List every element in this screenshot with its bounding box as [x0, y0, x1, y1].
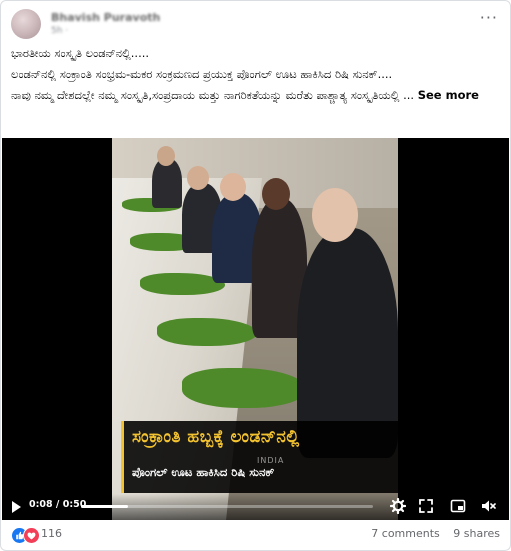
video-caption-line2: ಪೊಂಗಲ್ ಊಟ ಹಾಕಿಸಿದ ರಿಷಿ ಸುನಕ್: [132, 465, 275, 479]
mute-icon[interactable]: [480, 498, 496, 514]
post-line: ಭಾರತೀಯ ಸಂಸ್ಕೃತಿ ಲಂಡನ್‌ನಲ್ಲಿ.....: [11, 46, 150, 60]
avatar[interactable]: [11, 9, 41, 39]
reaction-icons[interactable]: [11, 527, 45, 544]
video-person-face: [262, 178, 290, 210]
video-frame: ಸಂಕ್ರಾಂತಿ ಹಬ್ಬಕ್ಕೆ ಲಂಡನ್‌ನಲ್ಲಿ ಪೊಂಗಲ್ ಊಟ…: [112, 138, 398, 520]
video-watermark: INDIA: [257, 456, 285, 465]
shares-count[interactable]: 9 shares: [453, 527, 500, 540]
video-person-face: [187, 166, 209, 190]
fullscreen-icon[interactable]: [418, 498, 434, 514]
post-text: ಭಾರತೀಯ ಸಂಸ್ಕೃತಿ ಲಂಡನ್‌ನಲ್ಲಿ..... ಲಂಡನ್‌ನ…: [11, 45, 500, 108]
post-line: ನಾವು ನಮ್ಮ ದೇಶದಲ್ಲೇ ನಮ್ಮ ಸಂಸ್ಕೃತಿ,ಸಂಪ್ರದಾ…: [11, 87, 500, 104]
video-progress-fill: [81, 505, 128, 508]
video-controls: 0:08 / 0:50: [2, 494, 509, 520]
post-line: ಲಂಡನ್‌ನಲ್ಲಿ ಸಂಕ್ರಾಂತಿ ಸಂಭ್ರಮ-ಮಕರ ಸಂಕ್ರಮಣ…: [11, 67, 393, 81]
video-person-face: [157, 146, 175, 166]
post-meta: 5h ·: [51, 26, 69, 36]
reaction-count[interactable]: 116: [41, 527, 62, 540]
post-line-text: ನಾವು ನಮ್ಮ ದೇಶದಲ್ಲೇ ನಮ್ಮ ಸಂಸ್ಕೃತಿ,ಸಂಪ್ರದಾ…: [11, 88, 415, 102]
post-footer: 116 7 comments 9 shares: [11, 525, 500, 545]
love-reaction-icon: [23, 527, 40, 544]
see-more-link[interactable]: See more: [418, 88, 479, 102]
post-card: Bhavish Puravoth 5h · ··· ಭಾರತೀಯ ಸಂಸ್ಕೃತ…: [0, 0, 511, 551]
post-header: Bhavish Puravoth 5h · ···: [9, 7, 502, 41]
video-time: 0:08 / 0:50: [29, 499, 87, 510]
video-person-face: [312, 188, 358, 242]
more-options-icon[interactable]: ···: [480, 10, 498, 26]
video-banana-leaf: [157, 318, 257, 346]
video-caption-line1: ಸಂಕ್ರಾಂತಿ ಹಬ್ಬಕ್ಕೆ ಲಂಡನ್‌ನಲ್ಲಿ: [132, 427, 300, 447]
play-icon[interactable]: [12, 501, 21, 513]
video-person-face: [220, 173, 246, 201]
video-progress-bar[interactable]: [81, 505, 373, 508]
video-banana-leaf: [182, 368, 307, 408]
video-player[interactable]: ಸಂಕ್ರಾಂತಿ ಹಬ್ಬಕ್ಕೆ ಲಂಡನ್‌ನಲ್ಲಿ ಪೊಂಗಲ್ ಊಟ…: [2, 138, 509, 520]
settings-gear-icon[interactable]: [390, 498, 406, 514]
engagement-stats: 7 comments 9 shares: [361, 527, 500, 540]
comments-count[interactable]: 7 comments: [371, 527, 440, 540]
author-name[interactable]: Bhavish Puravoth: [51, 11, 160, 24]
picture-in-picture-icon[interactable]: [450, 498, 466, 514]
